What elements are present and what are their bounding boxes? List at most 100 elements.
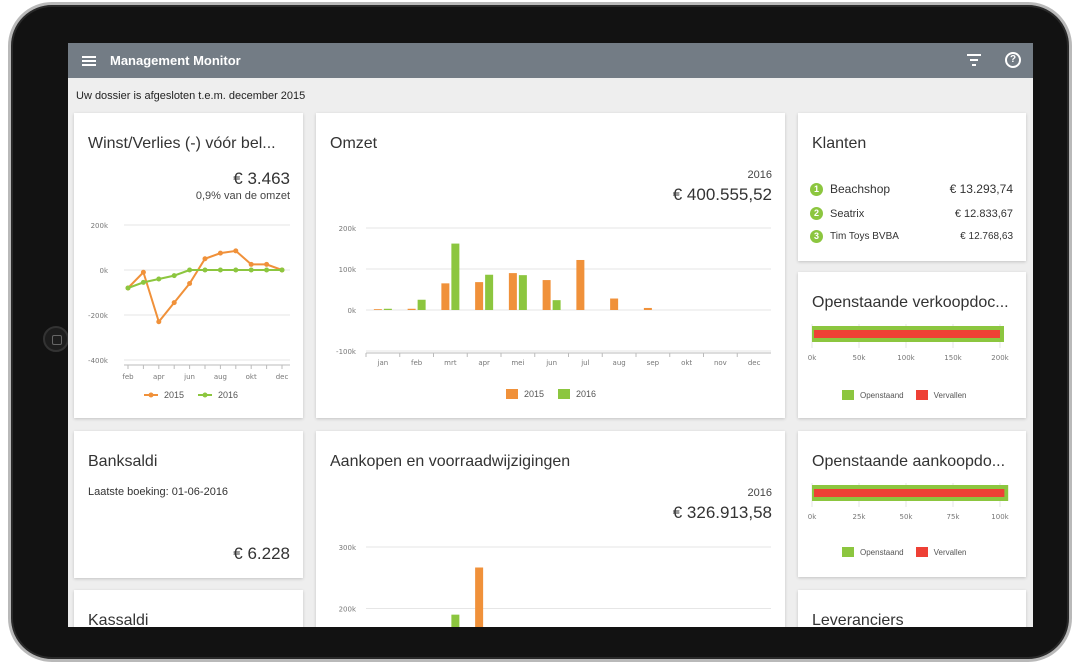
bar-2015-sep bbox=[643, 307, 652, 310]
card-title: Openstaande verkoopdoc... bbox=[812, 294, 1009, 311]
verkoop-legend: Openstaand Vervallen bbox=[842, 390, 967, 400]
app-title: Management Monitor bbox=[110, 53, 241, 68]
list-item[interactable]: 3 Tim Toys BVBA € 12.768,63 bbox=[810, 230, 1013, 243]
y-tick-label: 200k bbox=[339, 225, 357, 233]
card-winst-verlies[interactable]: Winst/Verlies (-) vóór bel... € 3.463 0,… bbox=[74, 113, 303, 418]
legend-2015-label: 2015 bbox=[164, 390, 185, 400]
bar-2015-mei bbox=[508, 273, 517, 310]
card-aankopen[interactable]: Aankopen en voorraadwijzigingen 2016 € 3… bbox=[316, 431, 785, 627]
x-tick-label: mei bbox=[511, 359, 524, 367]
rank-badge: 1 bbox=[810, 182, 823, 196]
data-point-2016 bbox=[217, 267, 223, 273]
aankopen-value: € 326.913,58 bbox=[672, 503, 772, 522]
x-tick-label: apr bbox=[478, 359, 490, 367]
data-point-2015 bbox=[156, 319, 162, 325]
data-point-2016 bbox=[156, 276, 162, 282]
series-line-2015 bbox=[127, 249, 283, 324]
x-tick-label: mrt bbox=[444, 359, 457, 367]
x-tick-label: nov bbox=[714, 359, 727, 367]
card-klanten[interactable]: Klanten 1 Beachshop € 13.293,74 2 Seatri… bbox=[798, 113, 1026, 261]
winst-value: € 3.463 bbox=[233, 169, 290, 188]
x-tick-label: 25k bbox=[853, 513, 867, 521]
klant-value: € 12.833,67 bbox=[954, 207, 1013, 220]
x-tick-label: feb bbox=[411, 359, 423, 367]
home-button[interactable] bbox=[43, 326, 69, 352]
legend-vervallen-swatch bbox=[915, 547, 928, 557]
card-kassaldi[interactable]: Kassaldi bbox=[74, 590, 303, 627]
card-title: Openstaande aankoopdo... bbox=[812, 453, 1006, 470]
legend-2016-label: 2016 bbox=[576, 389, 597, 399]
x-tick-label: 150k bbox=[944, 354, 962, 362]
bar-2015-jul bbox=[576, 259, 585, 310]
data-point-2015 bbox=[264, 261, 270, 267]
klant-value: € 13.293,74 bbox=[949, 182, 1013, 196]
y-tick-label: 200k bbox=[339, 606, 357, 614]
x-tick-label: 75k bbox=[947, 513, 961, 521]
x-tick-label: dec bbox=[276, 373, 289, 381]
bank-last-booking: Laatste boeking: 01-06-2016 bbox=[88, 486, 229, 498]
card-title: Omzet bbox=[330, 135, 378, 152]
x-tick-label: jun bbox=[183, 373, 195, 381]
aankoop-legend: Openstaand Vervallen bbox=[842, 547, 967, 557]
y-tick-label: -400k bbox=[88, 357, 109, 365]
data-point-2015 bbox=[233, 248, 239, 254]
card-banksaldi[interactable]: Banksaldi Laatste boeking: 01-06-2016 € … bbox=[74, 431, 303, 578]
bar-2015-aug bbox=[610, 298, 619, 310]
legend-2016-swatch bbox=[558, 389, 571, 399]
card-title: Aankopen en voorraadwijzigingen bbox=[330, 453, 571, 470]
legend-openstaand-label: Openstaand bbox=[860, 390, 904, 400]
x-tick-label: 100k bbox=[897, 354, 915, 362]
card-openstaande-aankoop[interactable]: Openstaande aankoopdo... 0k 25k 50k 75k 100k… bbox=[798, 431, 1026, 577]
bar-2015-jan bbox=[373, 309, 382, 310]
legend-openstaand-label: Openstaand bbox=[860, 547, 904, 557]
klant-name: Tim Toys BVBA bbox=[830, 231, 899, 242]
card-title: Banksaldi bbox=[88, 453, 158, 470]
help-icon[interactable]: ? bbox=[1005, 52, 1021, 68]
y-tick-label: -100k bbox=[336, 348, 357, 356]
card-leveranciers[interactable]: Leveranciers bbox=[798, 590, 1026, 627]
card-title: Kassaldi bbox=[88, 612, 149, 627]
winst-legend: 2015 2016 bbox=[144, 390, 238, 400]
data-point-2015 bbox=[171, 300, 177, 306]
x-tick-label: feb bbox=[122, 373, 134, 381]
x-tick-label: 0k bbox=[808, 354, 817, 362]
omzet-bar-chart: 200k 100k 0k -100k jan feb mrt apr mei jun jul aug s… bbox=[336, 225, 771, 367]
x-tick-label: jan bbox=[377, 359, 389, 367]
x-tick-label: 50k bbox=[900, 513, 914, 521]
card-openstaande-verkoop[interactable]: Openstaande verkoopdoc... 0k 50k 100k 150k 2… bbox=[798, 272, 1026, 418]
bar-Vervallen bbox=[814, 330, 1000, 338]
bar-2016-jan bbox=[383, 308, 392, 310]
legend-2015-label: 2015 bbox=[524, 389, 545, 399]
data-point-2016 bbox=[202, 267, 208, 273]
x-tick-label: 100k bbox=[991, 513, 1009, 521]
y-tick-label: 200k bbox=[91, 222, 109, 230]
dossier-status: Uw dossier is afgesloten t.e.m. december… bbox=[76, 90, 306, 102]
data-point-2015 bbox=[140, 269, 146, 275]
legend-2015-swatch bbox=[506, 389, 518, 399]
card-omzet[interactable]: Omzet 2016 € 400.555,52 200k 100k 0k -100k j… bbox=[316, 113, 785, 418]
x-tick-label: apr bbox=[153, 373, 165, 381]
y-tick-label: -200k bbox=[88, 312, 109, 320]
bar-2015-feb bbox=[407, 308, 416, 310]
list-item[interactable]: 2 Seatrix € 12.833,67 bbox=[810, 207, 1013, 220]
data-point-2016 bbox=[187, 267, 193, 273]
aankopen-year: 2016 bbox=[747, 487, 772, 499]
legend-2016-marker bbox=[198, 392, 213, 398]
x-tick-label: jun bbox=[545, 359, 557, 367]
app-screen: Management Monitor ? Uw dossier is afges… bbox=[68, 43, 1033, 627]
legend-openstaand-swatch bbox=[842, 390, 854, 400]
winst-subtitle: 0,9% van de omzet bbox=[195, 190, 290, 202]
list-item[interactable]: 1 Beachshop € 13.293,74 bbox=[810, 182, 1013, 196]
filter-icon[interactable] bbox=[967, 54, 981, 66]
aankoop-bar-chart: 0k 25k 50k 75k 100k bbox=[808, 483, 1010, 521]
y-tick-label: 100k bbox=[339, 266, 357, 274]
bar-Vervallen bbox=[814, 489, 1005, 497]
x-tick-label: 50k bbox=[853, 354, 867, 362]
klant-name: Seatrix bbox=[830, 207, 865, 220]
data-point-2016 bbox=[264, 267, 270, 273]
hamburger-menu-icon[interactable] bbox=[82, 55, 96, 66]
data-point-2015 bbox=[217, 250, 223, 256]
x-tick-label: aug bbox=[214, 373, 227, 381]
data-point-2016 bbox=[233, 267, 239, 273]
bar-2015-mrt bbox=[441, 283, 450, 310]
